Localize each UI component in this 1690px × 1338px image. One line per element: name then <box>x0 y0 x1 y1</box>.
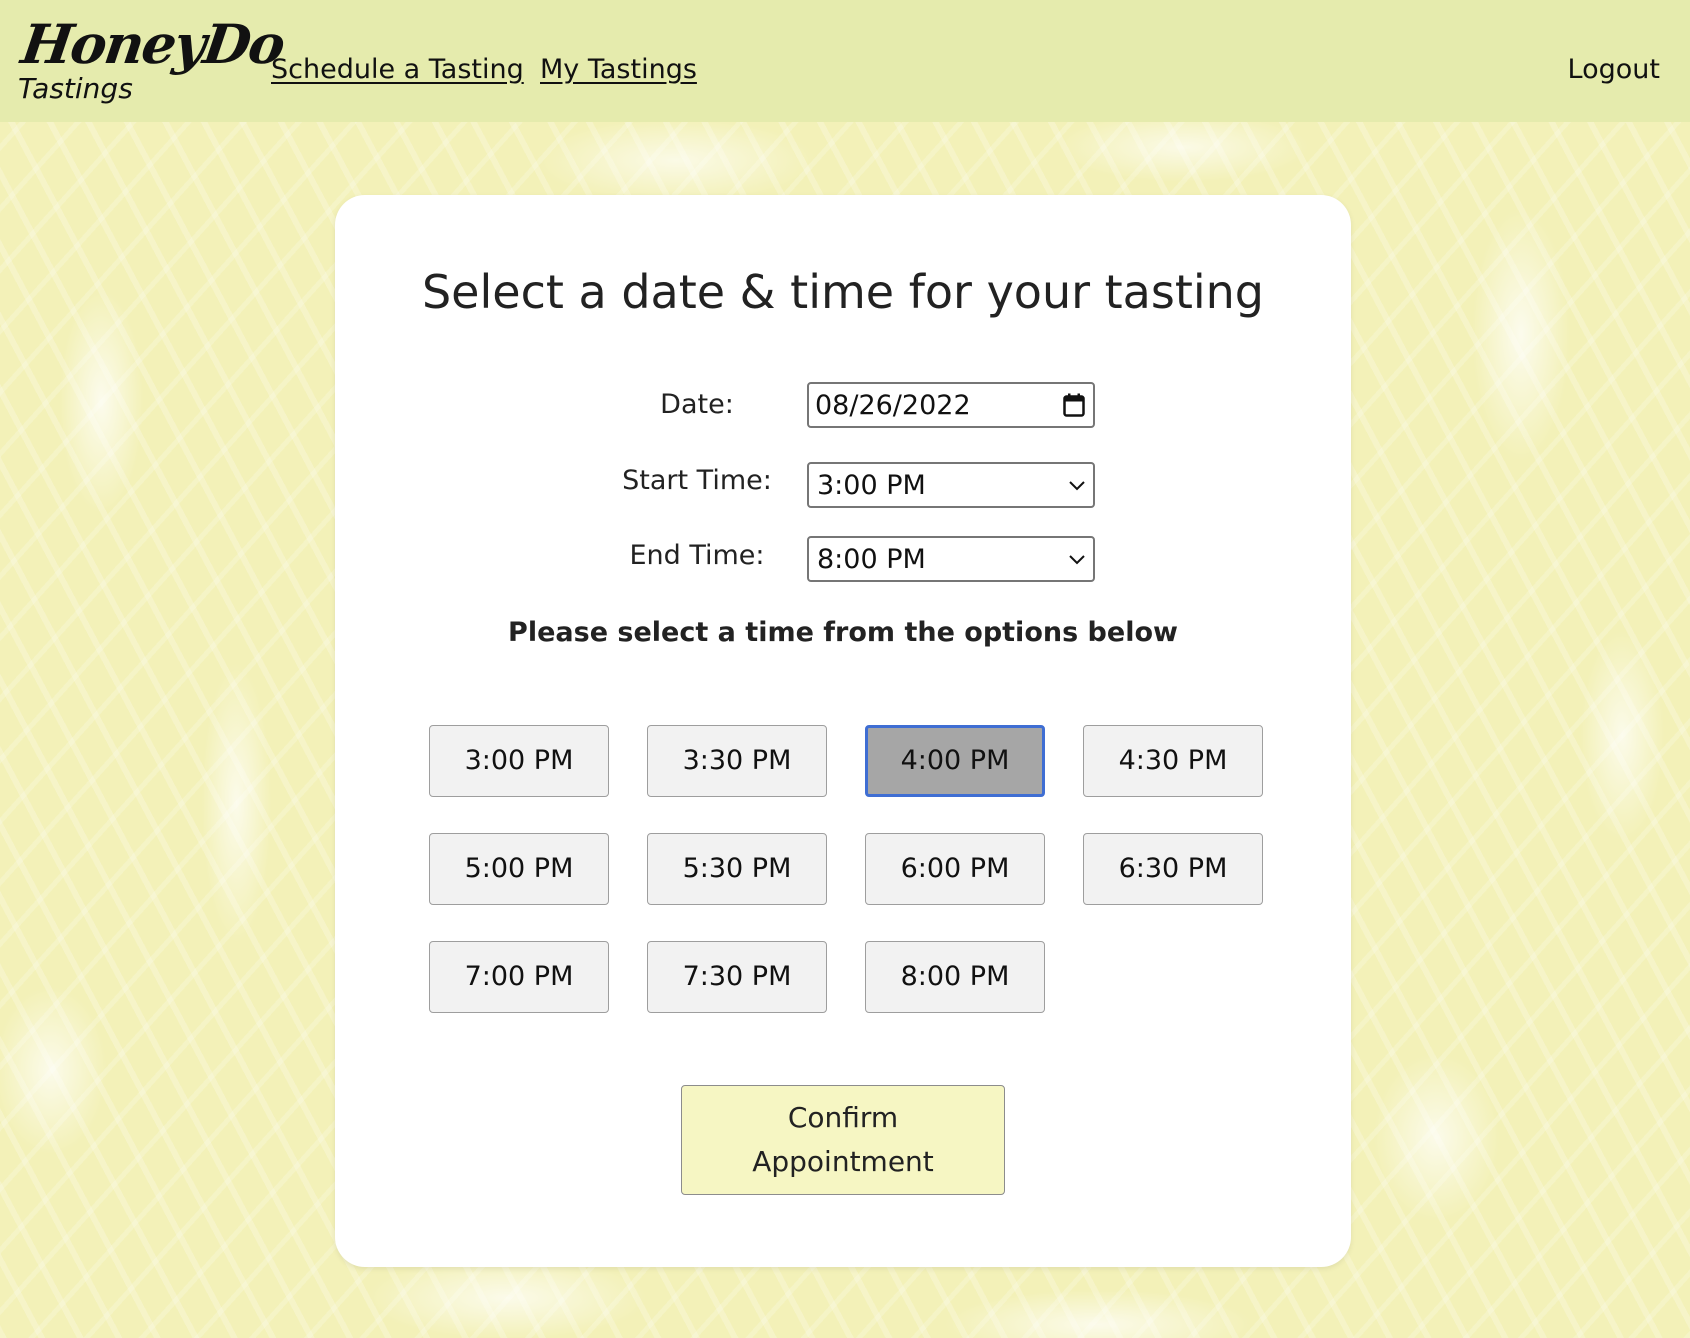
confirm-button-line2: Appointment <box>752 1145 934 1178</box>
date-input[interactable]: 08/26/2022 <box>807 382 1095 428</box>
nav-link-schedule-tasting[interactable]: Schedule a Tasting <box>271 54 524 85</box>
logout-link[interactable]: Logout <box>1568 54 1660 85</box>
nav-link-my-tastings[interactable]: My Tastings <box>540 54 697 85</box>
start-time-label: Start Time: <box>622 465 772 496</box>
start-time-value: 3:00 PM <box>817 470 926 501</box>
time-slot-button[interactable]: 5:00 PM <box>429 833 609 905</box>
chevron-down-icon <box>1069 481 1085 491</box>
time-slot-button[interactable]: 6:00 PM <box>865 833 1045 905</box>
confirm-appointment-button[interactable]: Confirm Appointment <box>681 1085 1005 1195</box>
brand-logo[interactable]: HoneyDo Tastings <box>18 10 288 110</box>
time-slot-button[interactable]: 6:30 PM <box>1083 833 1263 905</box>
slot-instruction: Please select a time from the options be… <box>508 617 1178 648</box>
time-slot-button[interactable]: 8:00 PM <box>865 941 1045 1013</box>
date-input-value: 08/26/2022 <box>815 390 971 421</box>
start-time-select[interactable]: 3:00 PM <box>807 462 1095 508</box>
time-slot-button[interactable]: 3:30 PM <box>647 725 827 797</box>
booking-card: Select a date & time for your tasting Da… <box>335 195 1351 1267</box>
time-slot-button-selected[interactable]: 4:00 PM <box>865 725 1045 797</box>
calendar-icon[interactable] <box>1063 393 1085 417</box>
time-slot-button[interactable]: 7:00 PM <box>429 941 609 1013</box>
end-time-label: End Time: <box>629 540 765 571</box>
date-label: Date: <box>660 389 734 420</box>
end-time-select[interactable]: 8:00 PM <box>807 536 1095 582</box>
top-navbar: HoneyDo Tastings Schedule a Tasting My T… <box>0 0 1690 122</box>
chevron-down-icon <box>1069 555 1085 565</box>
page-title: Select a date & time for your tasting <box>421 265 1264 319</box>
brand-logo-sub: Tastings <box>18 72 133 105</box>
end-time-value: 8:00 PM <box>817 544 926 575</box>
time-slot-button[interactable]: 5:30 PM <box>647 833 827 905</box>
confirm-button-line1: Confirm <box>787 1101 899 1134</box>
time-slot-button[interactable]: 4:30 PM <box>1083 725 1263 797</box>
time-slot-button[interactable]: 7:30 PM <box>647 941 827 1013</box>
brand-logo-main: HoneyDo <box>17 12 288 76</box>
time-slot-button[interactable]: 3:00 PM <box>429 725 609 797</box>
